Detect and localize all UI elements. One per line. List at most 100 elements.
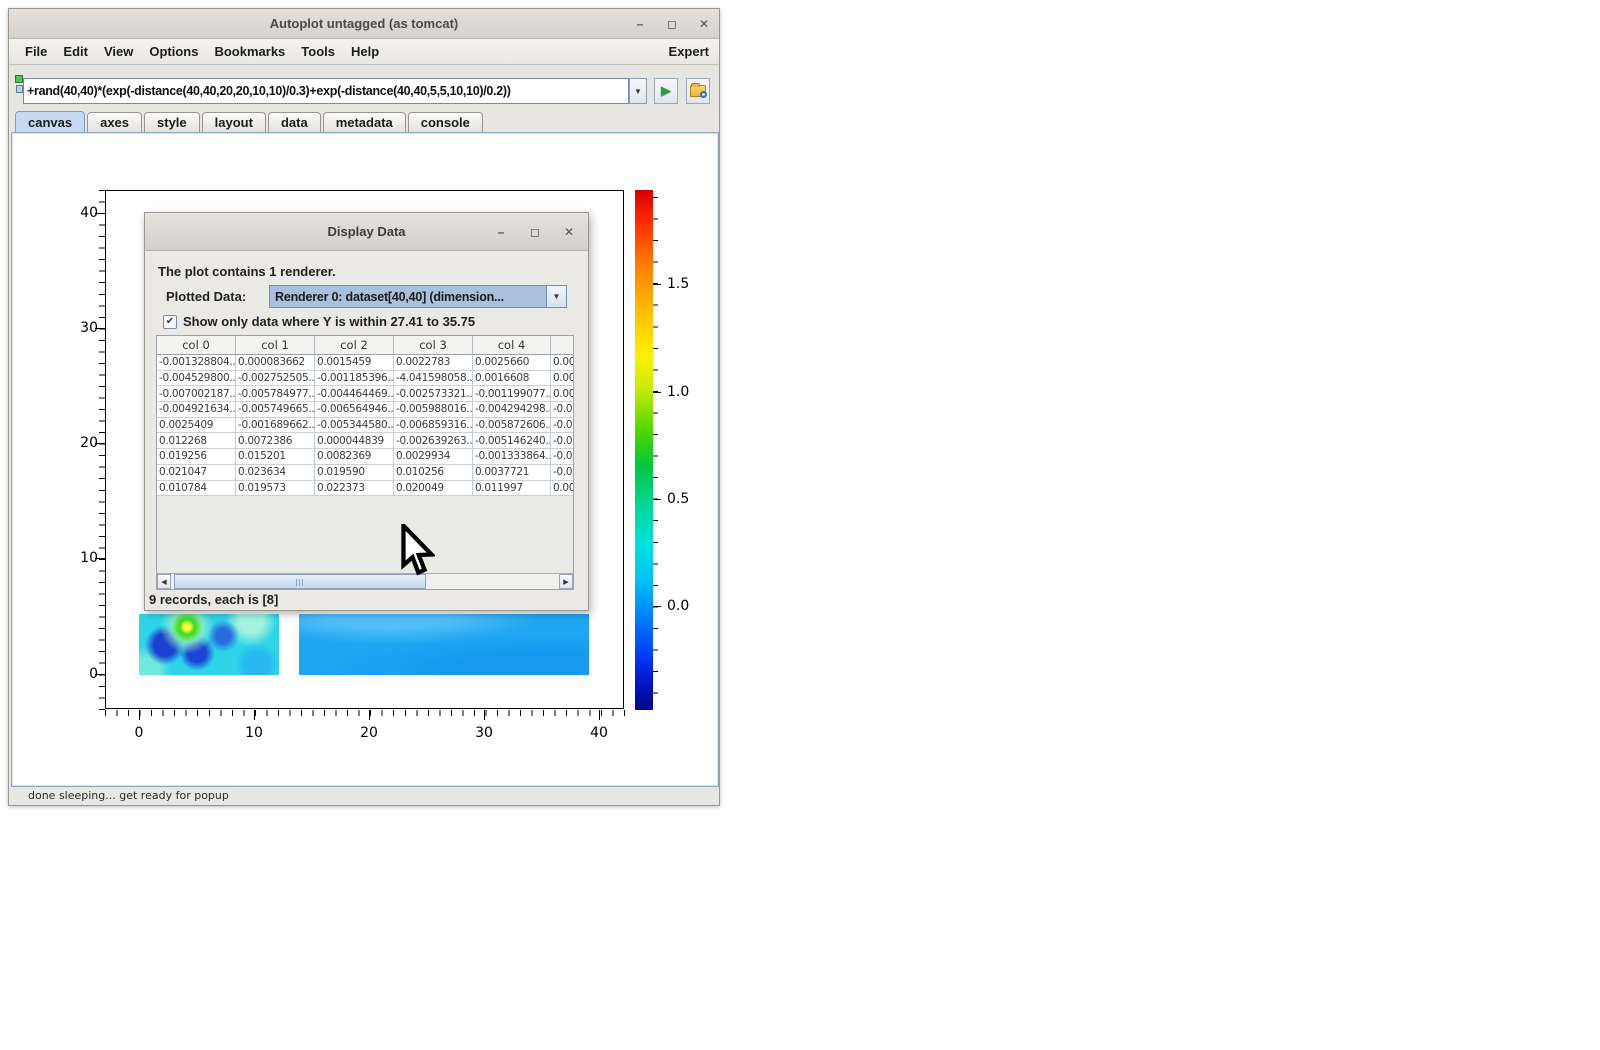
table-cell: 0.0037721 — [473, 465, 551, 481]
maximize-icon[interactable]: ◻ — [663, 15, 681, 33]
menu-item-options[interactable]: Options — [141, 44, 206, 59]
table-row[interactable]: 0.0192560.0152010.00823690.0029934-0.001… — [157, 449, 574, 465]
menu-item-help[interactable]: Help — [343, 44, 387, 59]
colorbar[interactable] — [635, 190, 653, 710]
table-cell: -0.001185396... — [315, 371, 394, 387]
scroll-right-icon[interactable]: ▶ — [559, 574, 573, 589]
y-filter-label: Show only data where Y is within 27.41 t… — [183, 314, 475, 329]
colorbar-tick-label: 0.5 — [667, 491, 689, 507]
dialog-maximize-icon[interactable]: ◻ — [526, 223, 544, 241]
table-cell: 0.0082369 — [315, 449, 394, 465]
dialog-titlebar[interactable]: Display Data – ◻ ✕ — [145, 213, 588, 251]
x-major-tick — [139, 710, 140, 720]
table-column-header[interactable]: col 3 — [394, 336, 473, 354]
table-row[interactable]: -0.004921634...-0.005749665...-0.0065649… — [157, 402, 574, 418]
colorbar-major-tick — [653, 499, 661, 500]
table-row[interactable]: -0.001328804...0.0000836620.00154590.002… — [157, 355, 574, 371]
table-cell: 0.010784 — [157, 481, 236, 497]
colorbar-major-tick — [653, 392, 661, 393]
table-cell: -0.0 — [551, 449, 574, 465]
window-titlebar[interactable]: Autoplot untagged (as tomcat) – ◻ ✕ — [9, 9, 719, 39]
table-cell: -0.004529800... — [157, 371, 236, 387]
data-table[interactable]: col 0col 1col 2col 3col 4 -0.001328804..… — [156, 335, 574, 590]
table-cell: 0.020049 — [394, 481, 473, 497]
minimize-icon[interactable]: – — [631, 15, 649, 33]
table-row[interactable]: -0.007002187...-0.005784977...-0.0044644… — [157, 386, 574, 402]
menu-items: FileEditViewOptionsBookmarksToolsHelp — [17, 44, 387, 59]
dialog-minimize-icon[interactable]: – — [492, 223, 510, 241]
scrollbar-thumb[interactable] — [174, 574, 426, 589]
table-cell: -0.006859316... — [394, 418, 473, 434]
status-green-square-icon — [15, 75, 23, 83]
table-cell: 0.023634 — [236, 465, 315, 481]
scroll-left-icon[interactable]: ◀ — [157, 574, 171, 589]
data-browse-button[interactable] — [686, 78, 710, 104]
table-cell: 0.019256 — [157, 449, 236, 465]
menu-item-view[interactable]: View — [96, 44, 141, 59]
table-column-header[interactable] — [551, 336, 574, 354]
menu-item-bookmarks[interactable]: Bookmarks — [206, 44, 293, 59]
tab-console[interactable]: console — [408, 112, 483, 132]
canvas-panel[interactable]: 403020100 010203040 1.51.00.50.0 Display… — [11, 132, 719, 787]
x-tick-label: 0 — [122, 725, 156, 741]
y-tick-label: 10 — [64, 550, 98, 566]
table-cell: -0.005872606... — [473, 418, 551, 434]
table-cell: 0.000044839 — [315, 433, 394, 449]
table-column-header[interactable]: col 4 — [473, 336, 551, 354]
expert-mode-label[interactable]: Expert — [669, 44, 711, 59]
tab-metadata[interactable]: metadata — [323, 112, 406, 132]
table-cell: 0.0016608 — [473, 371, 551, 387]
folder-search-icon — [690, 85, 706, 97]
menu-item-edit[interactable]: Edit — [55, 44, 96, 59]
spectrogram-segment-right[interactable] — [299, 614, 589, 675]
table-row[interactable]: -0.004529800...-0.002752505...-0.0011853… — [157, 371, 574, 387]
menu-item-tools[interactable]: Tools — [293, 44, 343, 59]
scrollbar-track[interactable] — [171, 574, 559, 589]
table-cell: -0.005344580... — [315, 418, 394, 434]
table-cell: -0.001333864... — [473, 449, 551, 465]
plot-go-button[interactable]: ▶ — [654, 78, 678, 104]
table-row[interactable]: 0.0122680.00723860.000044839-0.002639263… — [157, 433, 574, 449]
table-column-header[interactable]: col 0 — [157, 336, 236, 354]
uri-input[interactable]: +rand(40,40)*(exp(-distance(40,40,20,20,… — [23, 78, 629, 104]
table-cell: -4.041598058... — [394, 371, 473, 387]
y-tick-label: 40 — [64, 205, 98, 221]
main-tabs: canvasaxesstylelayoutdatametadataconsole — [9, 111, 719, 132]
y-major-tick — [95, 558, 105, 559]
table-cell: -0.002573321... — [394, 386, 473, 402]
tab-canvas[interactable]: canvas — [15, 111, 85, 132]
table-cell: 0.0025660 — [473, 355, 551, 371]
tab-data[interactable]: data — [268, 112, 321, 132]
table-cell: -0.001199077... — [473, 386, 551, 402]
tab-layout[interactable]: layout — [202, 112, 266, 132]
table-cell: -0.005749665... — [236, 402, 315, 418]
tab-axes[interactable]: axes — [87, 112, 142, 132]
plotted-data-combobox[interactable]: Renderer 0: dataset[40,40] (dimension...… — [269, 285, 567, 308]
combobox-dropdown-button[interactable]: ▼ — [546, 286, 566, 307]
table-cell: -0.006564946... — [315, 402, 394, 418]
table-cell: 0.00 — [551, 355, 574, 371]
spectrogram-segment-left[interactable] — [139, 614, 279, 675]
tab-style[interactable]: style — [144, 112, 200, 132]
y-filter-row: ✔ Show only data where Y is within 27.41… — [163, 314, 475, 329]
menu-item-file[interactable]: File — [17, 44, 55, 59]
horizontal-scrollbar[interactable]: ◀ ▶ — [157, 573, 573, 589]
x-major-tick — [484, 710, 485, 720]
table-cell: 0.019573 — [236, 481, 315, 497]
uri-dropdown-button[interactable]: ▼ — [629, 78, 647, 104]
table-column-header[interactable]: col 1 — [236, 336, 315, 354]
table-cell: 0.010256 — [394, 465, 473, 481]
plotted-data-value: Renderer 0: dataset[40,40] (dimension... — [270, 290, 546, 304]
table-cell: 0.00 — [551, 371, 574, 387]
table-row[interactable]: 0.0107840.0195730.0223730.0200490.011997… — [157, 481, 574, 497]
table-column-header[interactable]: col 2 — [315, 336, 394, 354]
table-header-row: col 0col 1col 2col 3col 4 — [157, 336, 574, 355]
y-filter-checkbox[interactable]: ✔ — [163, 315, 177, 329]
x-tick-label: 40 — [582, 725, 616, 741]
table-row[interactable]: 0.0025409-0.001689662...-0.005344580...-… — [157, 418, 574, 434]
dialog-close-icon[interactable]: ✕ — [560, 223, 578, 241]
check-icon: ✔ — [166, 316, 174, 327]
close-icon[interactable]: ✕ — [695, 15, 713, 33]
table-cell: -0.004464469... — [315, 386, 394, 402]
table-row[interactable]: 0.0210470.0236340.0195900.0102560.003772… — [157, 465, 574, 481]
